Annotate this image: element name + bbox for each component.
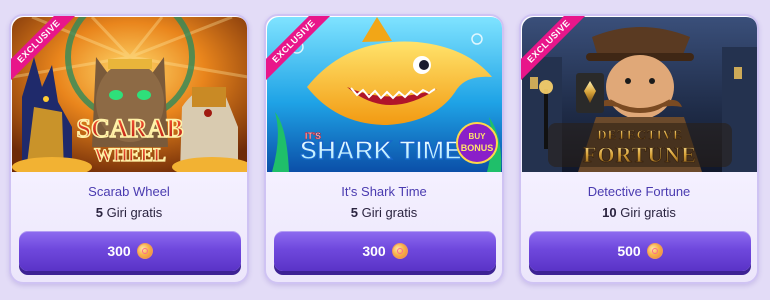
game-card-its-shark-time[interactable]: IT'S SHARK TIME! BUY BONUS EXCLUSIVE It'… xyxy=(264,14,504,284)
free-spins-text: 5 Giri gratis xyxy=(266,205,502,220)
game-card-detective-fortune[interactable]: DETECTIVE FORTUNE EXCLUSIVE Detective Fo… xyxy=(519,14,759,284)
free-spins-count: 5 xyxy=(350,205,358,220)
art-title: DETECTIVE xyxy=(597,127,683,142)
buy-button[interactable]: 300 xyxy=(274,231,496,271)
buy-bonus-top: BUY xyxy=(469,132,487,141)
game-offers-row: SCARAB WHEEL EXCLUSIVE Scarab Wheel 5 Gi… xyxy=(0,0,770,300)
free-spins-text: 10 Giri gratis xyxy=(521,205,757,220)
shark-time-artwork: IT'S SHARK TIME! BUY BONUS xyxy=(267,17,502,172)
game-title: Detective Fortune xyxy=(587,184,691,199)
free-spins-count: 5 xyxy=(95,205,103,220)
art-subtitle: FORTUNE xyxy=(583,142,697,167)
detective-fortune-artwork: DETECTIVE FORTUNE xyxy=(522,17,757,172)
art-title: SCARAB xyxy=(77,114,184,143)
game-thumbnail[interactable]: DETECTIVE FORTUNE xyxy=(522,17,757,172)
game-thumbnail[interactable]: IT'S SHARK TIME! BUY BONUS xyxy=(267,17,502,172)
free-spins-label: Giri gratis xyxy=(361,205,418,220)
price-value: 500 xyxy=(617,243,641,259)
art-title: SHARK TIME! xyxy=(300,135,470,165)
game-title: Scarab Wheel xyxy=(88,184,170,199)
price-value: 300 xyxy=(362,243,386,259)
game-card-scarab-wheel[interactable]: SCARAB WHEEL EXCLUSIVE Scarab Wheel 5 Gi… xyxy=(9,14,249,284)
buy-button[interactable]: 500 xyxy=(529,231,751,271)
coin-icon xyxy=(136,243,153,259)
game-title: It's Shark Time xyxy=(341,184,427,199)
buy-button[interactable]: 300 xyxy=(19,231,241,271)
price-value: 300 xyxy=(107,243,131,259)
buy-bonus-bottom: BONUS xyxy=(461,143,494,153)
free-spins-label: Giri gratis xyxy=(106,205,163,220)
free-spins-count: 10 xyxy=(602,205,617,220)
coin-icon xyxy=(391,243,408,259)
game-thumbnail[interactable]: SCARAB WHEEL xyxy=(12,17,247,172)
free-spins-text: 5 Giri gratis xyxy=(11,205,247,220)
scarab-wheel-artwork: SCARAB WHEEL xyxy=(12,17,247,172)
free-spins-label: Giri gratis xyxy=(620,205,676,220)
coin-icon xyxy=(646,243,663,259)
art-subtitle: WHEEL xyxy=(94,145,166,166)
